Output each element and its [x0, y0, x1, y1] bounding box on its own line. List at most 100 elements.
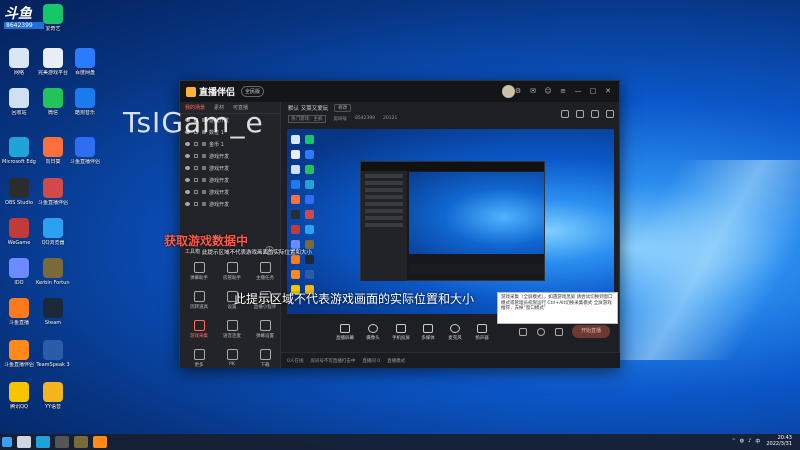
desktop-icon[interactable]: OBS Studio	[2, 178, 36, 206]
desktop-icon[interactable]: 完美游戏平台	[36, 48, 70, 76]
tool-item[interactable]: 下载	[250, 349, 280, 368]
start-live-button[interactable]: 开始直播	[572, 325, 610, 338]
tool-label: 更多	[194, 363, 204, 368]
desktop-icon-label: OBS Studio	[5, 200, 33, 206]
scene-item[interactable]: 金币 1	[180, 138, 280, 150]
app-titlebar[interactable]: 直播伴侣 全民版 ⚙ ✉ ☺ ≡ — □ ✕	[180, 81, 619, 102]
share-icon[interactable]	[606, 110, 614, 118]
source-control[interactable]: 扬声器	[470, 324, 494, 341]
eye-icon[interactable]	[185, 166, 190, 170]
eye-icon[interactable]	[185, 178, 190, 182]
desktop-icon[interactable]: 百度网盘	[68, 48, 102, 76]
desktop-icon[interactable]: 微信	[36, 88, 70, 116]
desktop-icon[interactable]: WeGame	[2, 218, 36, 246]
taskbar-app-icon[interactable]	[74, 436, 88, 448]
app-icon	[43, 4, 63, 24]
close-button[interactable]: ✕	[603, 86, 613, 96]
room-category[interactable]: 热门游戏：主机	[288, 114, 326, 123]
source-control[interactable]: 麦克风	[443, 324, 467, 341]
source-control[interactable]: 手机投屏	[389, 324, 413, 341]
desktop-icon[interactable]: 斗鱼直播伴侣	[36, 178, 70, 206]
input-method-icon[interactable]: 中	[755, 438, 760, 445]
desktop-icon[interactable]: 网络	[2, 48, 36, 76]
scene-item[interactable]: 游戏开发	[180, 186, 280, 198]
desktop-icon[interactable]: QQ浏览器	[36, 218, 70, 246]
tool-item[interactable]: 玩转道具	[184, 291, 214, 310]
source-control[interactable]: 直播屏幕	[333, 324, 357, 341]
volume-icon[interactable]: ♪	[748, 438, 751, 444]
desktop-icon[interactable]: 回收站	[2, 88, 36, 116]
network-icon[interactable]: ◍	[740, 438, 744, 444]
tool-item[interactable]: 主播任务	[250, 262, 280, 281]
tool-item[interactable]: 更多	[184, 349, 214, 368]
desktop-icon[interactable]: YY语音	[36, 382, 70, 410]
desktop-icon[interactable]: Microsoft Edge	[2, 137, 36, 165]
tool-item[interactable]: 弹幕助手	[184, 262, 214, 281]
eye-icon[interactable]	[185, 142, 190, 146]
scene-item[interactable]: 游戏开发	[180, 162, 280, 174]
tool-item[interactable]: 弹幕设置	[250, 320, 280, 339]
tool-item[interactable]: 语音连麦	[217, 320, 247, 339]
taskbar-windows-start-icon[interactable]	[2, 437, 12, 447]
lock-icon[interactable]	[194, 142, 198, 146]
taskbar-edge-icon[interactable]	[36, 436, 50, 448]
camera-toggle-icon[interactable]	[519, 328, 527, 336]
desktop-icon-label: Microsoft Edge	[2, 159, 36, 165]
app-icon	[75, 88, 95, 108]
eye-icon[interactable]	[185, 202, 190, 206]
gift-icon[interactable]	[561, 110, 569, 118]
scene-item[interactable]: 游戏开发	[180, 174, 280, 186]
capture-status-text: 获取游戏数据中	[164, 234, 249, 248]
app-icon	[43, 298, 63, 318]
desktop-icon[interactable]: 斗鱼直播伴侣	[2, 340, 36, 368]
lock-icon[interactable]	[194, 178, 198, 182]
chevron-up-icon[interactable]: ⌃	[732, 438, 736, 444]
source-control[interactable]: 多媒体	[416, 324, 440, 341]
tool-item[interactable]: PK	[217, 349, 247, 367]
gear-icon[interactable]	[555, 328, 563, 336]
skin-icon[interactable]: ☺	[543, 86, 553, 96]
lock-icon[interactable]	[194, 190, 198, 194]
tool-item[interactable]: 游戏采集	[184, 320, 214, 339]
mail-icon[interactable]: ✉	[528, 86, 538, 96]
desktop-icon[interactable]: 斗鱼直播	[2, 298, 36, 326]
scene-item[interactable]: 游戏开发	[180, 150, 280, 162]
settings-icon[interactable]: ⚙	[513, 86, 523, 96]
desktop-icon[interactable]: 腾讯QQ	[2, 382, 36, 410]
eye-icon[interactable]	[185, 190, 190, 194]
version-badge[interactable]: 全民版	[241, 86, 265, 97]
scene-item[interactable]: 游戏开发	[180, 198, 280, 210]
desktop-icon[interactable]: IDO	[2, 258, 36, 286]
nested-footer	[409, 264, 544, 274]
lock-icon[interactable]	[194, 154, 198, 158]
control-icon	[340, 324, 350, 333]
minimize-button[interactable]: —	[573, 86, 583, 96]
desktop-icon[interactable]: 斗鱼直播伴侣	[68, 137, 102, 165]
menu-icon[interactable]: ≡	[558, 86, 568, 96]
eye-icon[interactable]	[185, 154, 190, 158]
desktop-icon[interactable]: 向日葵	[36, 137, 70, 165]
edit-room-button[interactable]: 修改	[334, 104, 352, 112]
stream-preview[interactable]	[287, 129, 614, 314]
desktop-icon[interactable]: TeamSpeak 3	[36, 340, 70, 368]
maximize-button[interactable]: □	[588, 86, 598, 96]
timer-icon[interactable]	[537, 328, 545, 336]
source-icon	[202, 154, 206, 158]
taskbar-search-icon[interactable]	[17, 436, 31, 448]
preview-icon	[305, 180, 314, 189]
lock-icon[interactable]	[194, 166, 198, 170]
chat-icon[interactable]	[576, 110, 584, 118]
taskbar-douyu-icon[interactable]	[93, 436, 107, 448]
desktop-icon[interactable]: Steam	[36, 298, 70, 326]
scene-label: 游戏开发	[209, 153, 230, 160]
record-icon[interactable]	[591, 110, 599, 118]
app-icon	[9, 218, 29, 238]
lock-icon[interactable]	[194, 202, 198, 206]
desktop-icon[interactable]: 酷狗音乐	[68, 88, 102, 116]
source-control[interactable]: 摄像头	[361, 324, 385, 341]
desktop-icon[interactable]: Kerbin Fortune	[36, 258, 70, 286]
douyu-badge: 斗鱼 8642399	[4, 6, 44, 34]
clock[interactable]: 20:43 2022/3/31	[766, 435, 792, 447]
tool-item[interactable]: 房管助手	[217, 262, 247, 281]
taskbar-obs-icon[interactable]	[55, 436, 69, 448]
